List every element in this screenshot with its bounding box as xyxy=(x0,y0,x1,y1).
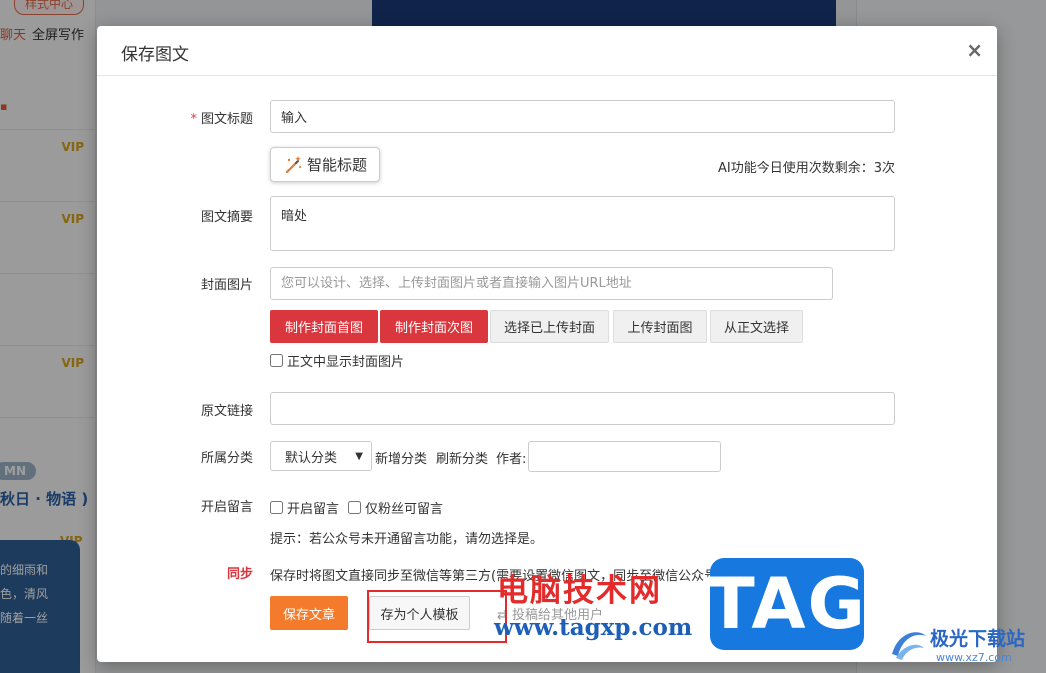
magic-wand-icon xyxy=(285,155,301,173)
ai-usage-count: AI功能今日使用次数剩余：3次 xyxy=(718,161,895,176)
category-selected-value: 默认分类 xyxy=(285,450,338,466)
author-label: 作者: xyxy=(496,452,527,467)
show-cover-label: 正文中显示封面图片 xyxy=(287,355,405,370)
add-category-link[interactable]: 新增分类 xyxy=(375,448,427,467)
fans-only-text: 仅粉丝可留言 xyxy=(365,502,444,517)
smart-title-button[interactable]: 智能标题 xyxy=(270,147,380,182)
title-input[interactable] xyxy=(270,100,895,133)
show-cover-in-body-option[interactable]: 正文中显示封面图片 xyxy=(270,351,404,370)
close-icon[interactable]: × xyxy=(966,38,983,62)
aurora-logo-url: www.xz7.com xyxy=(936,651,1012,664)
aurora-logo-icon xyxy=(892,632,926,660)
watermark-site-name: 电脑技术网 xyxy=(497,573,662,609)
watermark-site-url: www.tagxp.com xyxy=(494,614,693,641)
fans-only-checkbox[interactable] xyxy=(348,501,361,514)
author-input[interactable] xyxy=(528,441,721,472)
title-label: * 图文标题 xyxy=(190,112,253,127)
source-link-input[interactable] xyxy=(270,392,895,425)
make-cover-first-button[interactable]: 制作封面首图 xyxy=(270,310,378,343)
select-uploaded-cover-button[interactable]: 选择已上传封面 xyxy=(490,310,609,343)
comment-label: 开启留言 xyxy=(200,500,253,515)
enable-comment-text: 开启留言 xyxy=(287,502,340,517)
smart-title-label: 智能标题 xyxy=(306,156,367,174)
category-select[interactable]: 默认分类 ▼ xyxy=(270,441,372,471)
chevron-down-icon: ▼ xyxy=(355,450,363,462)
aurora-download-logo: 极光下载站 www.xz7.com xyxy=(886,620,1046,673)
upload-cover-button[interactable]: 上传封面图 xyxy=(613,310,707,343)
category-label: 所属分类 xyxy=(200,451,253,466)
cover-url-input[interactable] xyxy=(270,267,833,300)
sync-label: 同步 xyxy=(226,567,253,582)
dialog-title: 保存图文 xyxy=(121,45,189,65)
comment-hint: 提示：若公众号未开通留言功能，请勿选择是。 xyxy=(270,532,544,547)
aurora-logo-name: 极光下载站 xyxy=(930,628,1026,650)
refresh-category-link[interactable]: 刷新分类 xyxy=(436,448,488,467)
cover-label: 封面图片 xyxy=(200,278,253,293)
select-from-body-button[interactable]: 从正文选择 xyxy=(710,310,803,343)
make-cover-second-button[interactable]: 制作封面次图 xyxy=(380,310,488,343)
highlight-frame xyxy=(367,590,507,643)
required-marker: * xyxy=(190,112,197,127)
dialog-header: 保存图文 × xyxy=(97,26,997,76)
tag-logo: TAG xyxy=(707,558,865,650)
summary-label: 图文摘要 xyxy=(200,210,253,225)
source-link-label: 原文链接 xyxy=(200,404,253,419)
summary-textarea[interactable]: 暗处 xyxy=(270,196,895,251)
enable-comment-checkbox[interactable] xyxy=(270,501,283,514)
save-article-button[interactable]: 保存文章 xyxy=(270,596,348,630)
enable-comment-option[interactable]: 开启留言 xyxy=(270,498,339,517)
show-cover-checkbox[interactable] xyxy=(270,354,283,367)
fans-only-comment-option[interactable]: 仅粉丝可留言 xyxy=(348,498,443,517)
